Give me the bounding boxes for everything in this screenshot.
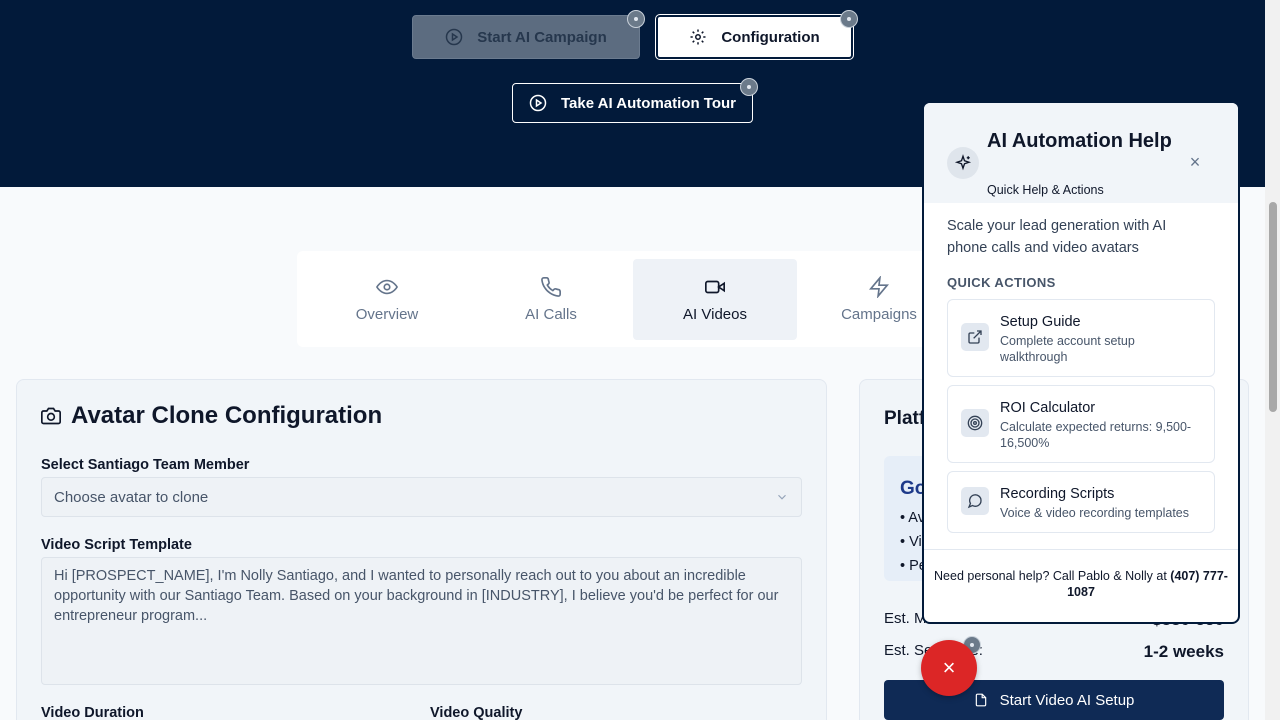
avatar-card-title-text: Avatar Clone Configuration bbox=[71, 402, 383, 429]
est-setup-value: 1-2 weeks bbox=[1143, 642, 1224, 661]
tab-campaigns-label: Campaigns bbox=[841, 306, 917, 323]
help-panel-footer: Need personal help? Call Pablo & Nolly a… bbox=[924, 549, 1238, 600]
play-circle-icon bbox=[529, 94, 547, 112]
phone-icon bbox=[541, 277, 561, 297]
chevron-down-icon bbox=[778, 494, 786, 500]
quick-action-title: Recording Scripts bbox=[1000, 486, 1115, 502]
lightning-icon bbox=[868, 276, 890, 298]
tab-overview-label: Overview bbox=[355, 306, 419, 323]
tab-ai-videos-label: AI Videos bbox=[683, 306, 747, 323]
script-label: Video Script Template bbox=[41, 537, 192, 553]
platform-title: Platf bbox=[884, 408, 926, 429]
help-panel-title: AI Automation Help bbox=[987, 130, 1172, 152]
configuration-label: Configuration bbox=[721, 28, 820, 46]
duration-label: Video Duration bbox=[41, 705, 144, 720]
avatar-select-placeholder: Choose avatar to clone bbox=[54, 488, 209, 506]
platform-bullet: • Vi bbox=[900, 534, 922, 550]
member-label: Select Santiago Team Member bbox=[41, 457, 250, 473]
configuration-button[interactable]: Configuration bbox=[655, 14, 854, 60]
scrollbar-thumb[interactable] bbox=[1269, 202, 1277, 412]
ai-automation-help-panel: AI Automation Help Quick Help & Actions … bbox=[922, 101, 1240, 624]
close-icon[interactable]: × bbox=[1186, 153, 1204, 171]
take-tour-label: Take AI Automation Tour bbox=[561, 94, 736, 112]
badge-dot-icon bbox=[627, 10, 645, 28]
quick-action-desc: Calculate expected returns: 9,500-16,500… bbox=[1000, 420, 1192, 450]
external-link-icon bbox=[961, 323, 989, 351]
target-icon bbox=[961, 409, 989, 437]
script-textarea[interactable]: Hi [PROSPECT_NAME], I'm Nolly Santiago, … bbox=[41, 557, 802, 685]
start-ai-campaign-label: Start AI Campaign bbox=[477, 28, 607, 46]
take-tour-button[interactable]: Take AI Automation Tour bbox=[512, 83, 753, 123]
help-footer-text: Need personal help? Call Pablo & Nolly a… bbox=[934, 569, 1171, 583]
help-panel-subtitle: Quick Help & Actions bbox=[987, 183, 1104, 197]
quick-actions-label: QUICK ACTIONS bbox=[947, 275, 1056, 290]
avatar-card-title: Avatar Clone Configuration bbox=[41, 402, 382, 430]
tab-ai-calls[interactable]: AI Calls bbox=[469, 259, 633, 340]
badge-dot-icon bbox=[840, 10, 858, 28]
tab-overview[interactable]: Overview bbox=[305, 259, 469, 340]
tab-ai-calls-label: AI Calls bbox=[525, 306, 577, 323]
quality-label: Video Quality bbox=[430, 705, 523, 720]
gear-icon bbox=[690, 29, 706, 45]
avatar-select[interactable]: Choose avatar to clone bbox=[41, 477, 802, 517]
est-monthly-label: Est. M bbox=[884, 610, 927, 627]
avatar-clone-card: Avatar Clone Configuration Select Santia… bbox=[16, 379, 827, 720]
quick-action-desc: Voice & video recording templates bbox=[1000, 506, 1189, 520]
quick-action-title: ROI Calculator bbox=[1000, 400, 1096, 416]
start-video-ai-setup-label: Start Video AI Setup bbox=[999, 691, 1135, 709]
tabs-bar: Overview AI Calls AI Videos Campaigns bbox=[297, 251, 965, 347]
close-help-fab-button[interactable]: × bbox=[921, 640, 977, 696]
camera-icon bbox=[41, 407, 61, 425]
tab-ai-videos[interactable]: AI Videos bbox=[633, 259, 797, 340]
video-icon bbox=[705, 280, 725, 294]
play-circle-icon bbox=[446, 28, 463, 46]
quick-action-title: Setup Guide bbox=[1000, 314, 1081, 330]
start-ai-campaign-button[interactable]: Start AI Campaign bbox=[412, 15, 640, 59]
quick-action-desc: Complete account setup walkthrough bbox=[1000, 334, 1135, 364]
eye-icon bbox=[376, 279, 398, 295]
file-icon bbox=[975, 693, 986, 707]
quick-action-roi-calculator[interactable]: ROI Calculator Calculate expected return… bbox=[947, 385, 1215, 463]
badge-dot-icon bbox=[740, 78, 758, 96]
quick-action-setup-guide[interactable]: Setup Guide Complete account setup walkt… bbox=[947, 299, 1215, 377]
close-icon: × bbox=[942, 655, 956, 680]
page-scrollbar[interactable] bbox=[1265, 0, 1280, 720]
help-panel-description: Scale your lead generation with AI phone… bbox=[947, 218, 1167, 256]
message-circle-icon bbox=[961, 487, 989, 515]
sparkle-icon bbox=[947, 147, 979, 179]
quick-action-recording-scripts[interactable]: Recording Scripts Voice & video recordin… bbox=[947, 471, 1215, 533]
